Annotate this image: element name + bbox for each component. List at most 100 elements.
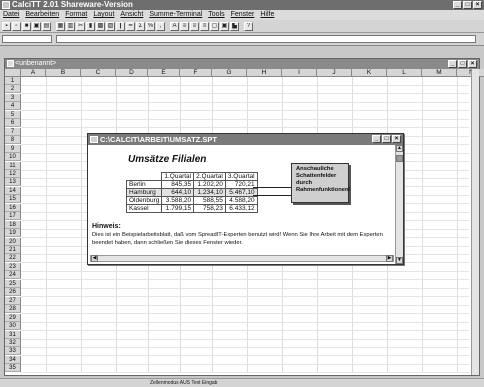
column-header[interactable]: A xyxy=(21,69,46,77)
corner-header[interactable] xyxy=(5,69,21,77)
row-header[interactable]: 31 xyxy=(5,330,21,339)
insert-column-icon[interactable]: ┃ xyxy=(116,21,125,31)
menu-summe-terminal[interactable]: Summe-Terminal xyxy=(149,10,202,20)
row-header[interactable]: 1 xyxy=(5,77,21,85)
table-cell[interactable]: 644,10 xyxy=(161,188,195,197)
table-header-cell[interactable]: 2.Quartal xyxy=(193,172,226,181)
table-header-cell[interactable] xyxy=(126,172,163,181)
table-icon[interactable]: ▧ xyxy=(106,21,115,31)
row-header[interactable]: 3 xyxy=(5,93,21,102)
scroll-down-icon[interactable]: ▼ xyxy=(396,257,403,264)
sheet-close-button[interactable]: × xyxy=(468,60,477,68)
table-cell[interactable]: 1.234,10 xyxy=(193,188,226,197)
row-header[interactable]: 20 xyxy=(5,237,21,246)
table-header-cell[interactable]: 3.Quartal xyxy=(224,172,258,181)
table-cell[interactable]: 3.588,20 xyxy=(161,196,195,205)
align-center-icon[interactable]: ≡ xyxy=(190,21,199,31)
row-header[interactable]: 21 xyxy=(5,246,21,254)
document-close-button[interactable]: × xyxy=(392,135,401,143)
document-vertical-scrollbar[interactable]: ▲ ▼ xyxy=(395,145,403,264)
table-cell[interactable]: Hamburg xyxy=(125,188,163,197)
row-header[interactable]: 35 xyxy=(5,364,21,373)
column-header[interactable]: G xyxy=(212,69,247,77)
row-header[interactable]: 16 xyxy=(5,203,21,212)
row-header[interactable]: 29 xyxy=(5,313,21,322)
row-header[interactable]: 27 xyxy=(5,296,21,305)
row-header[interactable]: 19 xyxy=(5,229,21,238)
table-header-cell[interactable]: 1.Quartal xyxy=(161,172,195,181)
row-header[interactable]: 33 xyxy=(5,347,21,356)
scroll-up-icon[interactable]: ▲ xyxy=(396,145,403,152)
row-header[interactable]: 2 xyxy=(5,85,21,94)
row-header[interactable]: 15 xyxy=(5,195,21,204)
menu-tools[interactable]: Tools xyxy=(208,10,224,20)
column-header[interactable]: K xyxy=(352,69,387,77)
align-left-icon[interactable]: ≡ xyxy=(180,21,189,31)
frame-icon[interactable]: ▣ xyxy=(220,21,229,31)
grid-icon[interactable]: ▩ xyxy=(96,21,105,31)
row-header[interactable]: 30 xyxy=(5,322,21,331)
row-header[interactable]: 25 xyxy=(5,279,21,288)
document-horizontal-scrollbar[interactable]: ◀ ▶ xyxy=(90,255,394,262)
row-header[interactable]: 7 xyxy=(5,127,21,136)
table-cell[interactable]: 588,55 xyxy=(193,196,226,205)
delete-icon[interactable]: ▮ xyxy=(86,21,95,31)
scroll-right-icon[interactable]: ▶ xyxy=(386,255,393,262)
decimal-icon[interactable]: , xyxy=(156,21,165,31)
open-file-icon[interactable]: ▫ xyxy=(12,21,21,31)
table-cell[interactable]: 4.588,20 xyxy=(224,196,258,205)
document-minimize-button[interactable]: _ xyxy=(372,135,381,143)
menu-fenster[interactable]: Fenster xyxy=(231,10,255,20)
table-cell[interactable]: 845,35 xyxy=(161,180,195,189)
help-icon[interactable]: ? xyxy=(244,21,253,31)
column-header[interactable]: F xyxy=(180,69,212,77)
row-header[interactable]: 12 xyxy=(5,169,21,178)
menu-bearbeiten[interactable]: Bearbeiten xyxy=(25,10,59,20)
align-right-icon[interactable]: ≡ xyxy=(200,21,209,31)
column-header[interactable]: D xyxy=(116,69,148,77)
formula-input[interactable] xyxy=(56,35,476,43)
table-cell[interactable]: Berlin xyxy=(125,180,163,189)
table-cell[interactable]: Oldenburg xyxy=(125,196,163,205)
menu-hilfe[interactable]: Hilfe xyxy=(260,10,274,20)
document-maximize-button[interactable]: □ xyxy=(382,135,391,143)
table-cell[interactable]: 1.799,15 xyxy=(161,204,195,213)
menu-ansicht[interactable]: Ansicht xyxy=(120,10,143,20)
sum-icon[interactable]: Σ xyxy=(136,21,145,31)
sheet-maximize-button[interactable]: □ xyxy=(458,60,467,68)
chart-icon[interactable]: ▙ xyxy=(230,21,239,31)
menu-datei[interactable]: Datei xyxy=(3,10,19,20)
minimize-button[interactable]: _ xyxy=(453,1,462,9)
close-button[interactable]: × xyxy=(473,1,482,9)
row-header[interactable]: 14 xyxy=(5,186,21,195)
menu-layout[interactable]: Layout xyxy=(93,10,114,20)
menu-format[interactable]: Format xyxy=(65,10,87,20)
document-title-bar[interactable]: C:\CALCIT\ARBEIT\UMSATZ.SPT _ □ × xyxy=(88,134,403,145)
row-header[interactable]: 22 xyxy=(5,254,21,263)
maximize-button[interactable]: □ xyxy=(463,1,472,9)
row-header[interactable]: 4 xyxy=(5,102,21,111)
column-header[interactable]: J xyxy=(317,69,352,77)
sheet-vertical-scrollbar[interactable] xyxy=(471,69,479,375)
column-header[interactable]: L xyxy=(387,69,422,77)
table-cell[interactable]: 6.433,12 xyxy=(224,204,258,213)
row-header[interactable]: 18 xyxy=(5,220,21,229)
font-icon[interactable]: A xyxy=(170,21,179,31)
copy-icon[interactable]: ▥ xyxy=(66,21,75,31)
percent-icon[interactable]: % xyxy=(146,21,155,31)
row-header[interactable]: 13 xyxy=(5,178,21,187)
row-header[interactable]: 10 xyxy=(5,153,21,162)
sheet-minimize-button[interactable]: _ xyxy=(448,60,457,68)
row-header[interactable]: 28 xyxy=(5,305,21,314)
cut-icon[interactable]: ✂ xyxy=(76,21,85,31)
row-header[interactable]: 8 xyxy=(5,136,21,145)
preview-icon[interactable]: ▦ xyxy=(56,21,65,31)
column-header[interactable]: E xyxy=(148,69,180,77)
row-header[interactable]: 11 xyxy=(5,161,21,170)
row-header[interactable]: 32 xyxy=(5,338,21,347)
table-cell[interactable]: 758,23 xyxy=(193,204,226,213)
row-header[interactable]: 23 xyxy=(5,262,21,271)
column-header[interactable]: M xyxy=(422,69,457,77)
print-icon[interactable]: ▤ xyxy=(42,21,51,31)
column-header[interactable]: H xyxy=(247,69,282,77)
